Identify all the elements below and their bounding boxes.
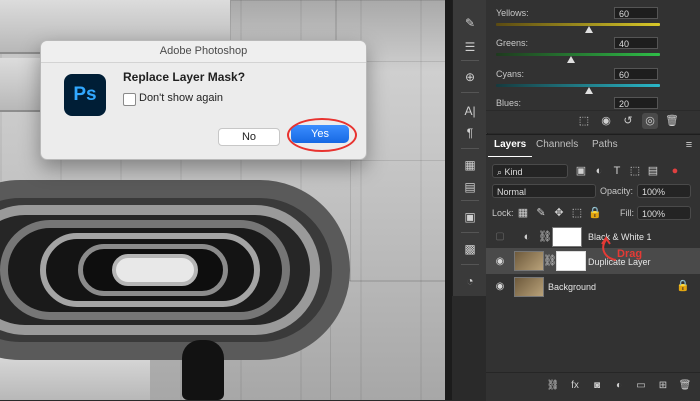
fx-icon[interactable]: fx	[568, 379, 582, 393]
fill-input[interactable]: 100%	[637, 206, 691, 220]
lock-all-icon[interactable]: 🔒	[588, 206, 602, 220]
separator	[461, 148, 479, 149]
separator	[461, 200, 479, 201]
opacity-input[interactable]: 100%	[637, 184, 691, 198]
yellows-slider-track[interactable]	[496, 23, 660, 26]
filter-toggle-icon[interactable]: ●	[668, 164, 682, 178]
layer-name[interactable]: Background	[548, 282, 596, 292]
lock-artboard-icon[interactable]: ⬚	[570, 206, 584, 220]
photoshop-logo-icon: Ps	[64, 74, 106, 116]
adjustment-icon[interactable]: ◐	[612, 379, 626, 393]
notes-icon[interactable]: ▤	[461, 178, 479, 196]
visibility-eye-icon[interactable]: ◉	[494, 256, 506, 268]
dialog-message: Replace Layer Mask?	[123, 70, 246, 84]
lock-position-icon[interactable]: ✥	[552, 206, 566, 220]
add-mask-icon[interactable]: ◙	[590, 379, 604, 393]
dont-show-again-label[interactable]: Don't show again	[139, 92, 223, 104]
separator	[461, 232, 479, 233]
panel-icon-strip: ✎ ☰ ⊕ A| ¶ ▦ ▤ ▣ ▩ ◔	[452, 0, 488, 296]
no-button[interactable]: No	[218, 128, 280, 146]
lock-label: Lock:	[492, 208, 514, 218]
cyans-label: Cyans:	[496, 69, 525, 79]
paint-brush-icon[interactable]: ✎	[461, 14, 479, 32]
panel-menu-icon[interactable]: ≡	[682, 138, 696, 152]
sliders-icon[interactable]: ☰	[461, 38, 479, 56]
fill-label: Fill:	[620, 208, 634, 218]
filter-kind-select[interactable]: ⌕ Kind	[492, 164, 568, 178]
filter-smart-object-icon[interactable]: ▤	[646, 164, 660, 178]
visibility-toggle-icon[interactable]: ▢	[494, 231, 506, 243]
tab-layers[interactable]: Layers	[488, 134, 533, 157]
separator	[461, 60, 479, 61]
gradient-icon[interactable]: ▣	[461, 208, 479, 226]
dialog-title: Adobe Photoshop	[41, 41, 366, 63]
separator	[461, 264, 479, 265]
cyans-slider-track[interactable]	[496, 84, 660, 87]
filter-type-icon[interactable]: T	[610, 164, 624, 178]
yellows-slider-thumb[interactable]	[585, 26, 593, 33]
filter-kind-label: Kind	[504, 167, 523, 177]
filter-shape-icon[interactable]: ⬚	[628, 164, 642, 178]
layer-thumbnail[interactable]	[514, 277, 544, 297]
new-layer-icon[interactable]: ⊞	[656, 379, 670, 393]
greens-slider-thumb[interactable]	[567, 56, 575, 63]
cyans-value[interactable]: 60	[614, 68, 658, 80]
paragraph-icon[interactable]: ¶	[461, 124, 479, 142]
link-icon[interactable]: ⛓	[543, 254, 557, 268]
filter-adjustment-icon[interactable]: ◐	[592, 164, 606, 178]
filter-pixel-icon[interactable]: ▣	[574, 164, 588, 178]
greens-label: Greens:	[496, 38, 529, 48]
visibility-eye-icon[interactable]: ◎	[642, 113, 658, 129]
greens-slider-track[interactable]	[496, 53, 660, 56]
clip-to-layer-icon[interactable]: ⬚	[576, 113, 592, 129]
drag-arrow-icon	[601, 236, 617, 261]
view-previous-icon[interactable]: ◉	[598, 113, 614, 129]
lock-image-icon[interactable]: ✎	[534, 206, 548, 220]
layer-comps-icon[interactable]: ▦	[461, 156, 479, 174]
floor-tile	[330, 280, 445, 400]
person-figure	[182, 340, 224, 400]
reset-icon[interactable]: ↺	[620, 113, 636, 129]
tab-paths[interactable]: Paths	[586, 134, 624, 156]
replace-layer-mask-dialog: Adobe Photoshop Ps Replace Layer Mask? D…	[40, 40, 367, 160]
search-icon: ⌕	[497, 167, 505, 177]
tab-channels[interactable]: Channels	[530, 134, 584, 156]
lock-icon: 🔒	[676, 280, 690, 292]
layer-mask-thumbnail[interactable]	[556, 251, 586, 271]
staircase-ring-center	[112, 254, 198, 286]
panel-divider	[445, 0, 452, 400]
cyans-slider-thumb[interactable]	[585, 87, 593, 94]
trash-icon[interactable]: 🗑	[664, 113, 680, 129]
link-icon[interactable]: ⛓	[538, 230, 552, 244]
blues-value[interactable]: 20	[614, 97, 658, 109]
floor-tile	[350, 160, 445, 282]
opacity-label: Opacity:	[600, 186, 634, 196]
link-layers-icon[interactable]: ⛓	[546, 379, 560, 393]
visibility-eye-icon[interactable]: ◉	[494, 281, 506, 293]
greens-value[interactable]: 40	[614, 37, 658, 49]
yellows-label: Yellows:	[496, 8, 529, 18]
character-icon[interactable]: A|	[461, 102, 479, 120]
delete-layer-icon[interactable]: 🗑	[678, 379, 692, 393]
shapes-icon[interactable]: ◔	[461, 272, 479, 290]
group-folder-icon[interactable]: ▭	[634, 379, 648, 393]
separator	[461, 92, 479, 93]
clone-source-icon[interactable]: ⊕	[461, 68, 479, 86]
blues-label: Blues:	[496, 98, 522, 108]
yellows-value[interactable]: 60	[614, 7, 658, 19]
adjustment-layer-icon: ◐	[523, 231, 531, 243]
highlight-circle	[287, 118, 357, 152]
blend-mode-select[interactable]: Normal	[492, 184, 596, 198]
lock-transparency-icon[interactable]: ▦	[516, 206, 530, 220]
layer-mask-thumbnail[interactable]	[552, 227, 582, 247]
swatches-icon[interactable]: ▩	[461, 240, 479, 258]
layer-thumbnail[interactable]	[514, 251, 544, 271]
dont-show-again-checkbox[interactable]	[123, 93, 136, 106]
